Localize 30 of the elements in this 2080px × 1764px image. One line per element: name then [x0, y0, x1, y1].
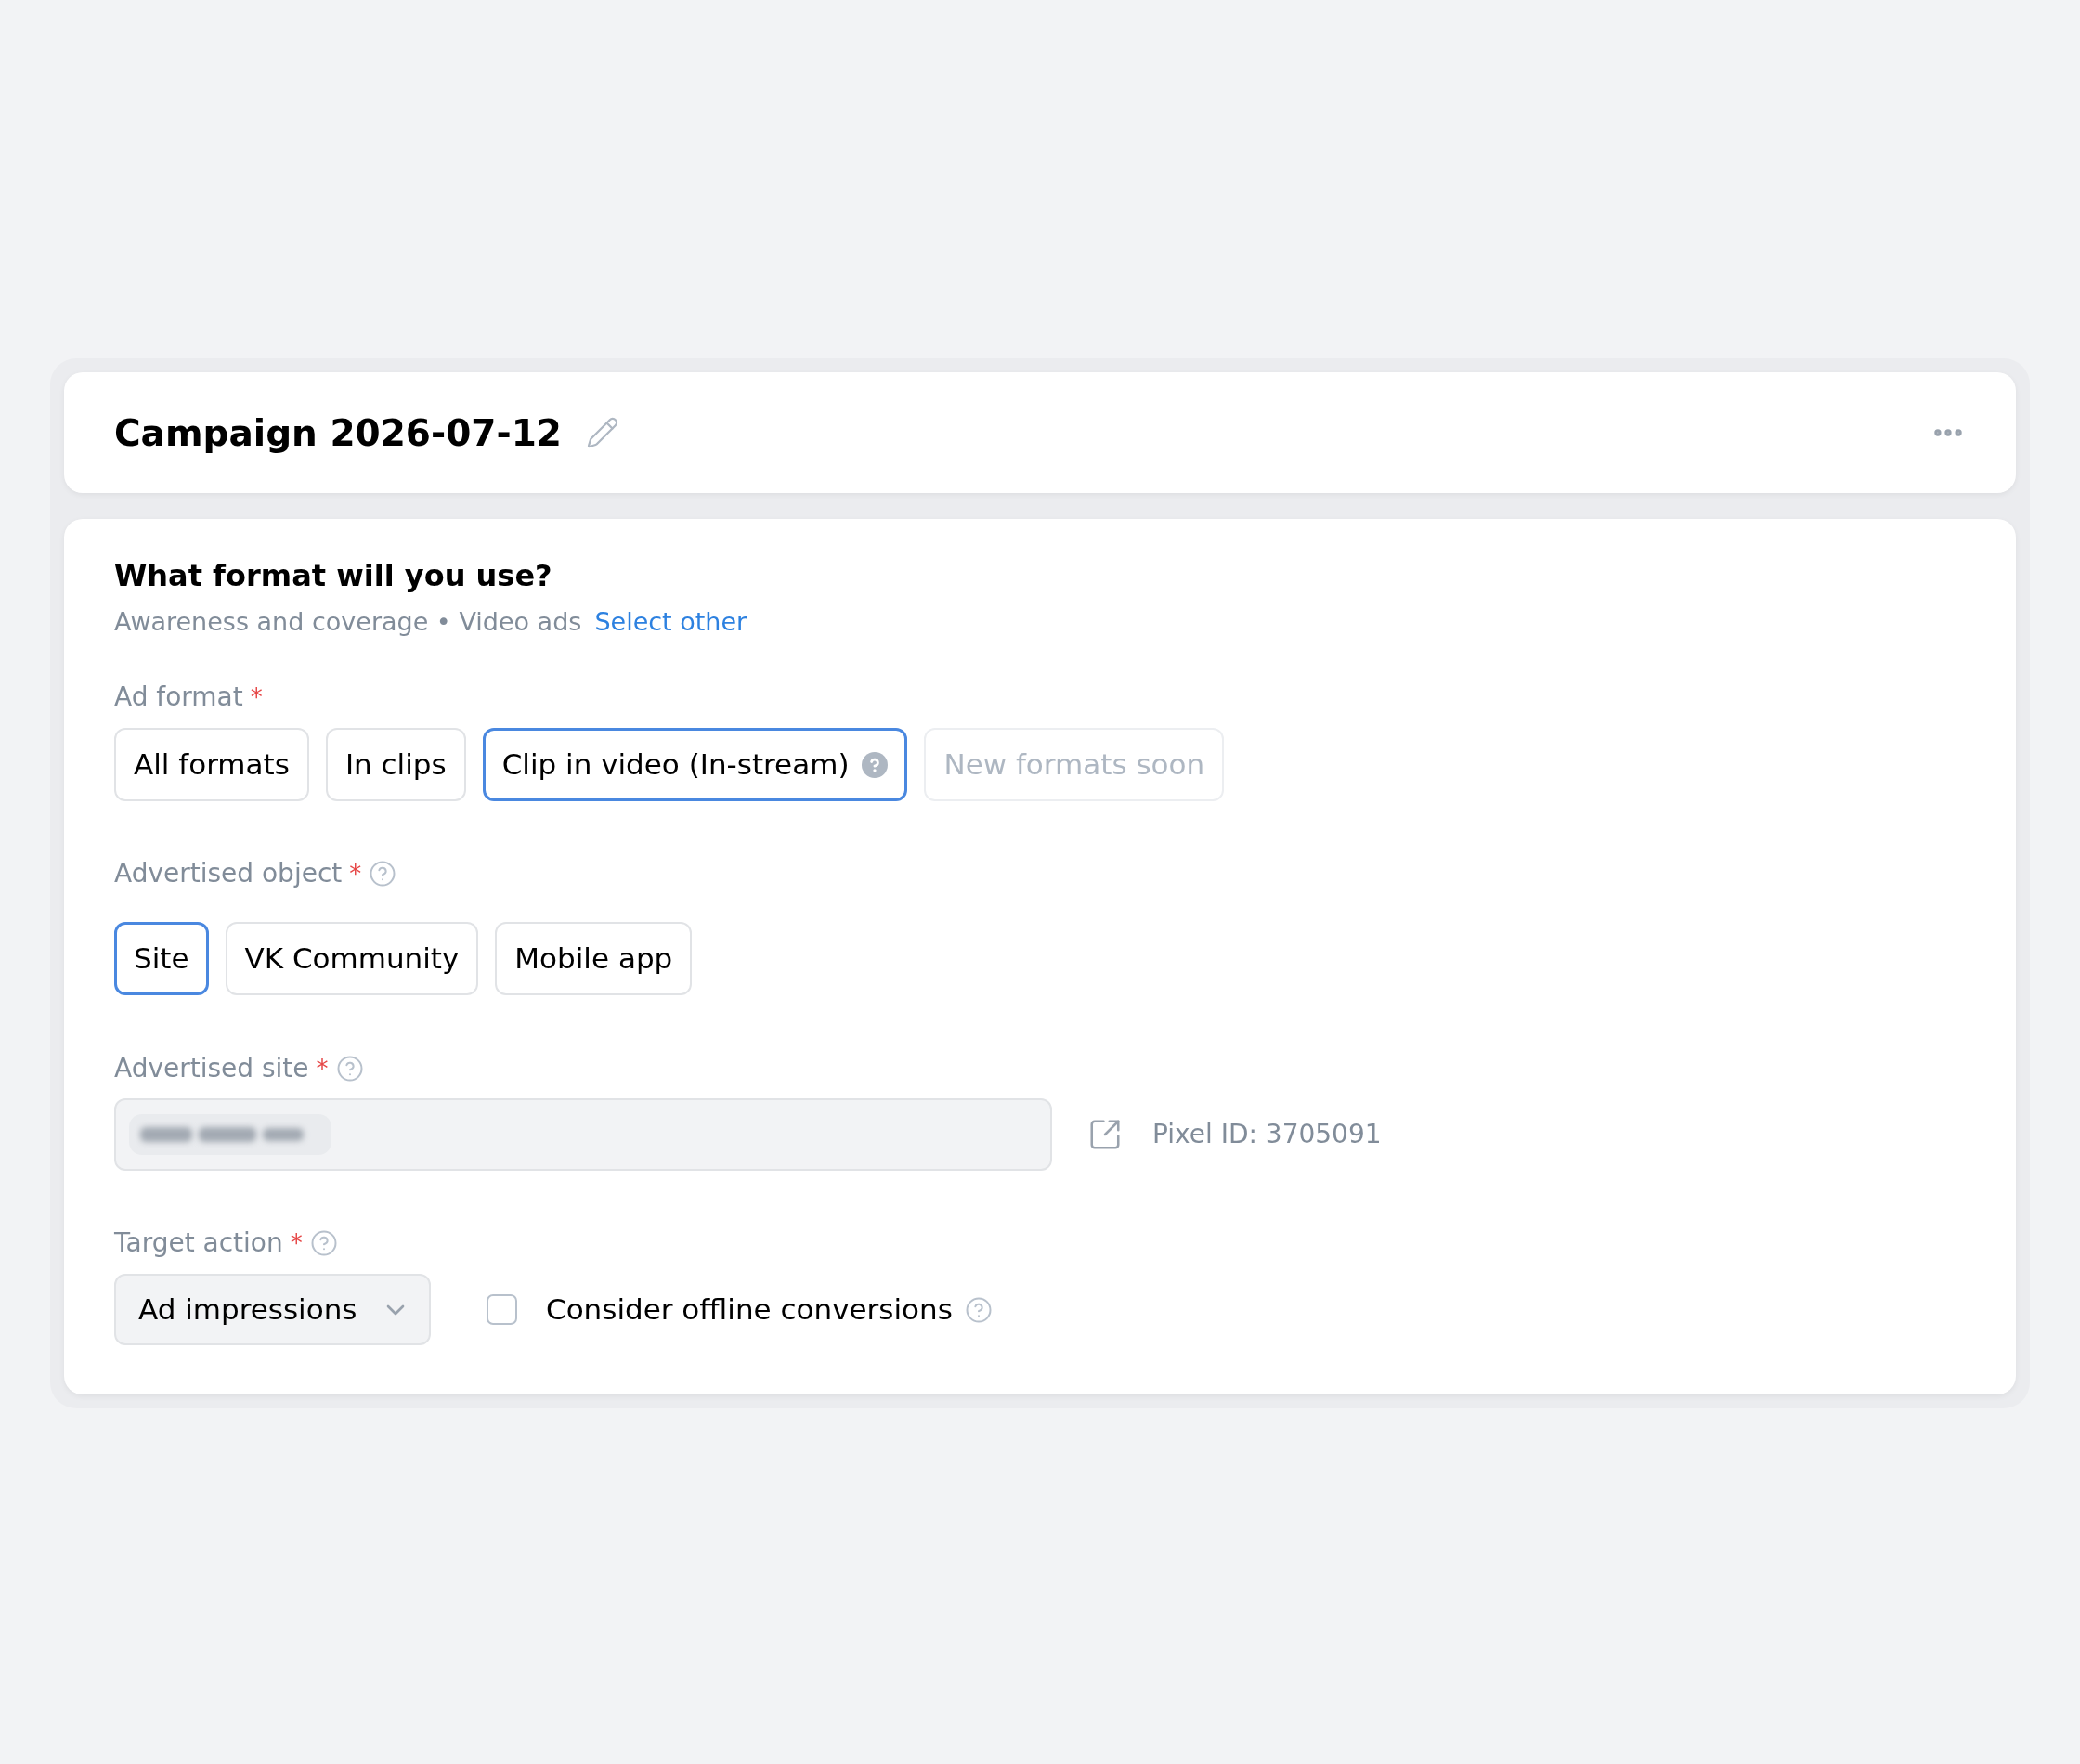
- site-input[interactable]: [114, 1098, 1052, 1171]
- checkbox-label: Consider offline conversions: [546, 1295, 953, 1324]
- help-icon[interactable]: [862, 751, 889, 778]
- help-icon[interactable]: [309, 1229, 338, 1257]
- format-option[interactable]: In clips: [325, 728, 466, 801]
- external-link-icon[interactable]: [1087, 1117, 1123, 1152]
- object-option[interactable]: Mobile app: [495, 922, 693, 995]
- object-option[interactable]: Site: [114, 922, 209, 995]
- format-option[interactable]: Clip in video (In-stream): [482, 728, 908, 801]
- field-label: Advertised site: [114, 1052, 309, 1085]
- required-asterisk: *: [349, 859, 362, 889]
- required-asterisk: *: [316, 1054, 329, 1084]
- help-icon[interactable]: [964, 1295, 993, 1324]
- required-asterisk: *: [290, 1228, 303, 1259]
- format-option[interactable]: All formats: [114, 728, 309, 801]
- help-icon[interactable]: [369, 860, 397, 888]
- field-label: Target action: [114, 1226, 283, 1260]
- help-icon[interactable]: [335, 1055, 364, 1083]
- select-other-link[interactable]: Select other: [594, 605, 748, 639]
- pixel-id-text: Pixel ID: 3705091: [1152, 1122, 1382, 1148]
- checkbox[interactable]: [487, 1294, 517, 1325]
- section-heading: What format will you use?: [114, 557, 552, 594]
- object-option[interactable]: VK Community: [225, 922, 479, 995]
- field-label: Ad format: [114, 681, 243, 714]
- section-subtitle: Awareness and coverage • Video ads: [114, 606, 582, 638]
- target-action-select[interactable]: Ad impressions: [114, 1274, 431, 1345]
- required-asterisk: *: [250, 682, 263, 713]
- pencil-icon[interactable]: [585, 416, 619, 449]
- field-label: Advertised object: [114, 857, 343, 890]
- campaign-title: Campaign 2026-07-12: [114, 414, 562, 451]
